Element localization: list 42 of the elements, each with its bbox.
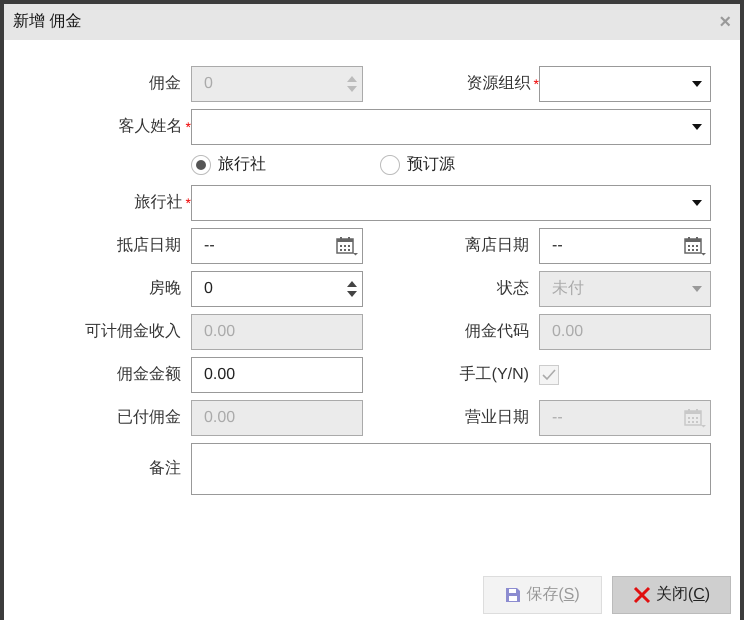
- field-label: 手工(Y/N): [460, 364, 529, 385]
- field-label: 佣金代码: [465, 322, 529, 342]
- caret-icon: [692, 81, 702, 87]
- dropdown-field[interactable]: [191, 185, 711, 221]
- close-x-icon: [632, 586, 651, 604]
- dropdown-field[interactable]: [539, 66, 711, 102]
- field-label: 佣金金额: [117, 364, 181, 385]
- field-label: 状态: [497, 278, 529, 299]
- caret-icon: [692, 286, 702, 292]
- caret-icon: [692, 124, 702, 130]
- date-field[interactable]: --: [191, 228, 363, 264]
- calendar-icon: [336, 236, 358, 256]
- field-label: 房晚: [149, 278, 181, 299]
- caret-icon: [692, 200, 702, 206]
- field-label: 备注: [149, 458, 181, 479]
- field-label: 离店日期: [465, 236, 529, 256]
- spinner-arrows-icon: [346, 74, 358, 94]
- radio-option[interactable]: 预订源: [380, 153, 569, 177]
- close-button[interactable]: ×: [719, 12, 731, 32]
- spinner-arrows-icon: [346, 279, 358, 299]
- check-icon: [542, 369, 556, 381]
- required-asterisk: *: [534, 74, 539, 94]
- calendar-icon: [684, 236, 706, 256]
- field-label: 佣金: [149, 74, 181, 94]
- field-label: 已付佣金: [117, 408, 181, 428]
- field-label: 营业日期: [465, 408, 529, 428]
- dropdown-field[interactable]: [191, 109, 711, 145]
- date-field[interactable]: --: [539, 228, 711, 264]
- text-field[interactable]: 0.00: [191, 357, 363, 393]
- field-label: 可计佣金收入: [85, 322, 181, 342]
- field-label: 抵店日期: [117, 236, 181, 256]
- required-asterisk: *: [186, 118, 191, 136]
- window-title: 新增 佣金: [13, 12, 82, 32]
- field-label: 资源组织: [466, 74, 531, 94]
- required-asterisk: *: [186, 194, 191, 212]
- number-field[interactable]: 0: [191, 271, 363, 307]
- field-label: 旅行社: [134, 192, 183, 213]
- field-label: 客人姓名: [118, 116, 183, 137]
- radio-option[interactable]: 旅行社: [191, 153, 380, 177]
- calendar-icon: [684, 408, 706, 428]
- close-dialog-button[interactable]: 关闭(C): [612, 576, 731, 614]
- remarks-field[interactable]: [191, 443, 711, 495]
